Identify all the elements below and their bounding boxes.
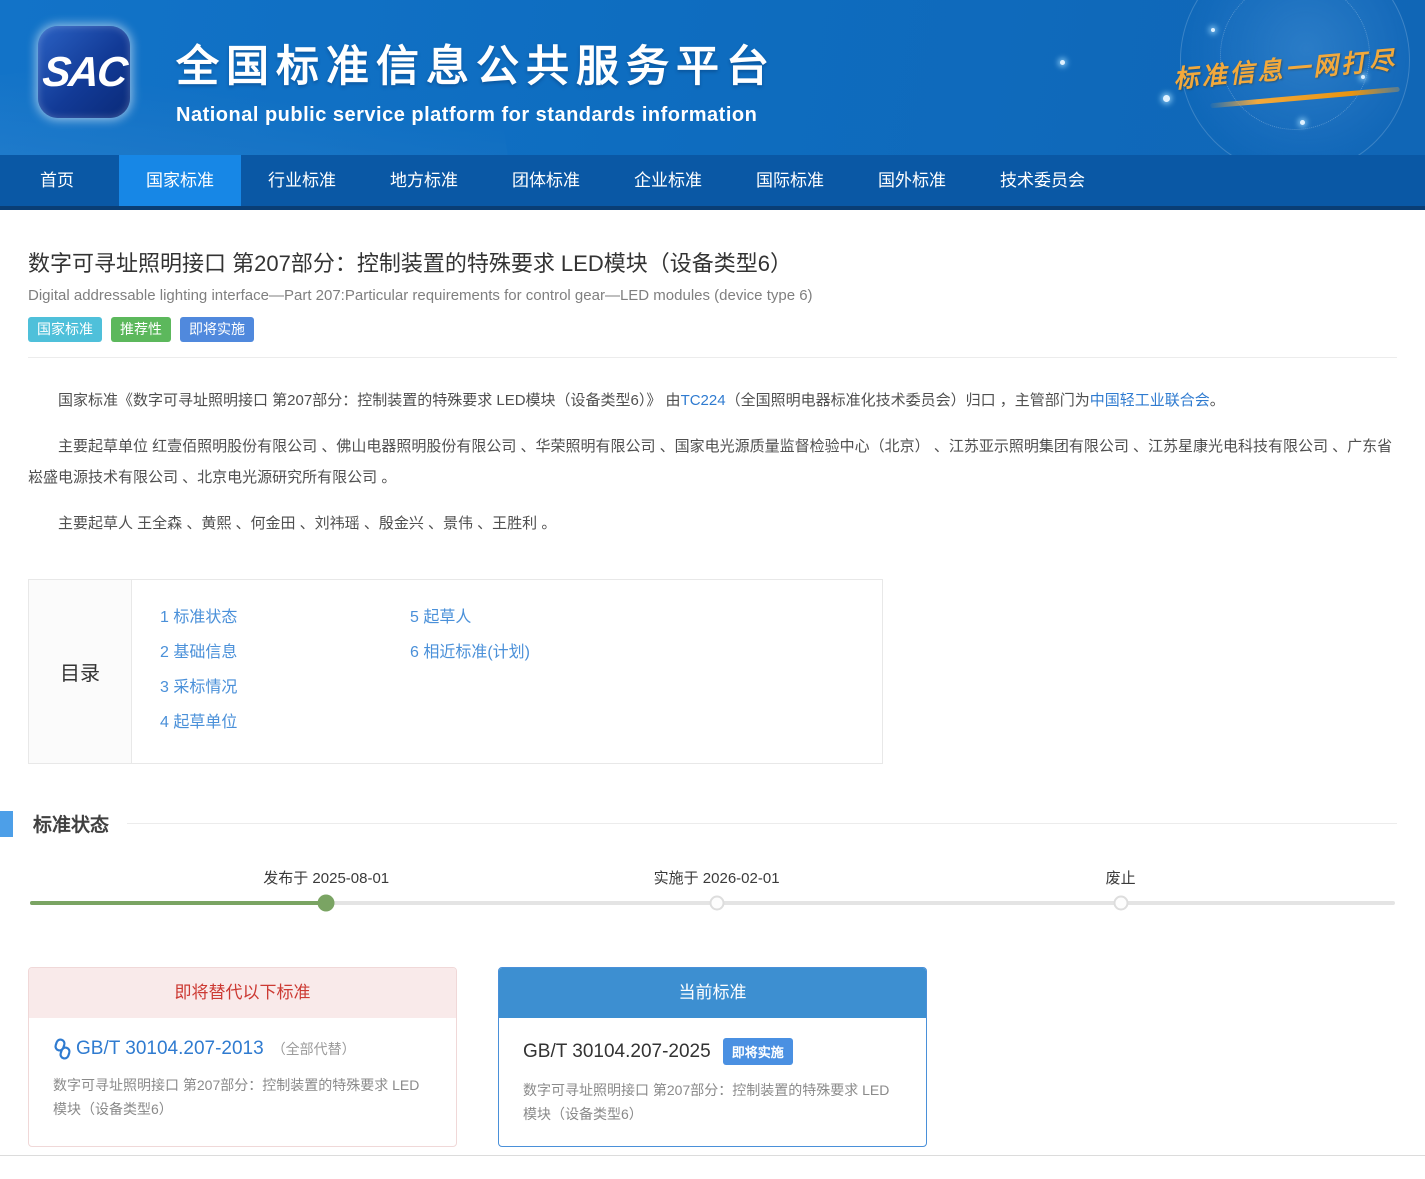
status-section-title: 标准状态 <box>33 810 109 837</box>
nav-item-foreign-standards[interactable]: 国外标准 <box>851 155 973 206</box>
chain-link-icon <box>53 1038 72 1060</box>
timeline-track-done <box>30 901 326 905</box>
timeline-dot-published[interactable] <box>318 895 335 912</box>
standard-title-en: Digital addressable lighting interface—P… <box>28 287 1397 304</box>
timeline-dot-implemented[interactable] <box>709 896 724 911</box>
toc-box: 目录 1 标准状态 2 基础信息 3 采标情况 4 起草单位 5 起草人 6 相… <box>28 579 883 764</box>
nav-item-local-standards[interactable]: 地方标准 <box>363 155 485 206</box>
standard-cards: 即将替代以下标准 GB/T 30104.207-2013 （全部代替） 数字可寻… <box>28 967 1397 1147</box>
toc-item-basic-info[interactable]: 2 基础信息 <box>160 635 410 670</box>
main-nav: 首页 国家标准 行业标准 地方标准 团体标准 企业标准 国际标准 国外标准 技术… <box>0 155 1425 210</box>
replaced-standard-link[interactable]: GB/T 30104.207-2013 <box>76 1038 264 1060</box>
toc-item-status[interactable]: 1 标准状态 <box>160 600 410 635</box>
current-code-row: GB/T 30104.207-2025 即将实施 <box>523 1038 902 1065</box>
paragraph-drafters: 主要起草人 王全森 、黄熙 、何金田 、刘祎瑶 、殷金兴 、景伟 、王胜利 。 <box>28 508 1397 539</box>
toc-item-similar-standards[interactable]: 6 相近标准(计划) <box>410 635 530 670</box>
replaced-standard-desc: 数字可寻址照明接口 第207部分：控制装置的特殊要求 LED模块（设备类型6） <box>53 1073 432 1121</box>
status-section-header: 标准状态 <box>0 810 1425 837</box>
tag-recommended: 推荐性 <box>111 317 171 342</box>
standard-title-zh: 数字可寻址照明接口 第207部分：控制装置的特殊要求 LED模块（设备类型6） <box>28 246 1397 278</box>
toc-column-1: 1 标准状态 2 基础信息 3 采标情况 4 起草单位 <box>160 600 410 743</box>
toc-label-cell: 目录 <box>29 580 132 763</box>
spark-dot <box>1163 95 1170 102</box>
standard-tags: 国家标准 推荐性 即将实施 <box>28 317 1397 342</box>
nav-item-industry-standards[interactable]: 行业标准 <box>241 155 363 206</box>
p1-text-mid: （全国照明电器标准化技术委员会）归口 ，主管部门为 <box>726 392 1090 409</box>
replaced-standard-card: 即将替代以下标准 GB/T 30104.207-2013 （全部代替） 数字可寻… <box>28 967 457 1147</box>
tc224-link[interactable]: TC224 <box>681 392 726 409</box>
current-card-header: 当前标准 <box>499 968 926 1018</box>
spark-dot <box>1300 120 1305 125</box>
paragraph-drafting-units: 主要起草单位 红壹佰照明股份有限公司 、佛山电器照明股份有限公司 、华荣照明有限… <box>28 431 1397 493</box>
p1-text-before: 国家标准《数字可寻址照明接口 第207部分：控制装置的特殊要求 LED模块（设备… <box>58 392 681 409</box>
paragraph-governing-body: 国家标准《数字可寻址照明接口 第207部分：控制装置的特殊要求 LED模块（设备… <box>28 385 1397 416</box>
toc-item-drafting-units[interactable]: 4 起草单位 <box>160 705 410 740</box>
replaced-code-row: GB/T 30104.207-2013 （全部代替） <box>53 1038 432 1060</box>
nav-item-technical-committees[interactable]: 技术委员会 <box>973 155 1112 206</box>
replaced-card-body: GB/T 30104.207-2013 （全部代替） 数字可寻址照明接口 第20… <box>29 1018 456 1121</box>
nav-item-national-standards[interactable]: 国家标准 <box>119 155 241 206</box>
header-titles: 全国标准信息公共服务平台 National public service pla… <box>176 32 776 127</box>
nav-item-international-standards[interactable]: 国际标准 <box>729 155 851 206</box>
spark-dot <box>1060 60 1065 65</box>
replaced-card-header: 即将替代以下标准 <box>29 968 456 1018</box>
timeline-label-implemented: 实施于 2026-02-01 <box>654 867 780 888</box>
toc-item-adoption[interactable]: 3 采标情况 <box>160 670 410 705</box>
content: 数字可寻址照明接口 第207部分：控制装置的特殊要求 LED模块（设备类型6） … <box>0 246 1425 1163</box>
upcoming-implementation-badge: 即将实施 <box>723 1038 793 1065</box>
site-subtitle: National public service platform for sta… <box>176 104 776 127</box>
nav-item-home[interactable]: 首页 <box>0 155 119 206</box>
timeline-label-published: 发布于 2025-08-01 <box>263 867 389 888</box>
page: SAC 全国标准信息公共服务平台 National public service… <box>0 0 1425 1179</box>
toc-title: 目录 <box>60 657 100 686</box>
nav-item-enterprise-standards[interactable]: 企业标准 <box>607 155 729 206</box>
footer-divider <box>0 1155 1425 1163</box>
site-header: SAC 全国标准信息公共服务平台 National public service… <box>0 0 1425 155</box>
tag-national-standard: 国家标准 <box>28 317 102 342</box>
timeline-label-abolished: 废止 <box>1106 867 1136 888</box>
timeline-dot-abolished[interactable] <box>1113 896 1128 911</box>
title-divider <box>28 357 1397 358</box>
replaced-note: （全部代替） <box>272 1039 356 1059</box>
section-line <box>127 823 1397 824</box>
sac-logo-text: SAC <box>40 48 128 96</box>
nav-item-group-standards[interactable]: 团体标准 <box>485 155 607 206</box>
org-link[interactable]: 中国轻工业联合会 <box>1090 392 1210 409</box>
status-timeline: 发布于 2025-08-01 实施于 2026-02-01 废止 <box>30 859 1395 927</box>
spark-dot <box>1211 28 1215 32</box>
current-standard-code: GB/T 30104.207-2025 <box>523 1041 711 1063</box>
section-marker <box>0 811 13 837</box>
current-standard-card: 当前标准 GB/T 30104.207-2025 即将实施 数字可寻址照明接口 … <box>498 967 927 1147</box>
toc-column-2: 5 起草人 6 相近标准(计划) <box>410 600 530 743</box>
toc-item-drafters[interactable]: 5 起草人 <box>410 600 530 635</box>
current-card-body: GB/T 30104.207-2025 即将实施 数字可寻址照明接口 第207部… <box>499 1018 926 1126</box>
tag-upcoming-implementation: 即将实施 <box>180 317 254 342</box>
standard-description: 国家标准《数字可寻址照明接口 第207部分：控制装置的特殊要求 LED模块（设备… <box>28 385 1397 539</box>
p1-text-after: 。 <box>1210 392 1225 409</box>
site-title: 全国标准信息公共服务平台 <box>176 32 776 94</box>
current-standard-desc: 数字可寻址照明接口 第207部分：控制装置的特殊要求 LED模块（设备类型6） <box>523 1078 902 1126</box>
toc-columns: 1 标准状态 2 基础信息 3 采标情况 4 起草单位 5 起草人 6 相近标准… <box>132 580 882 763</box>
sac-logo[interactable]: SAC <box>38 26 130 118</box>
